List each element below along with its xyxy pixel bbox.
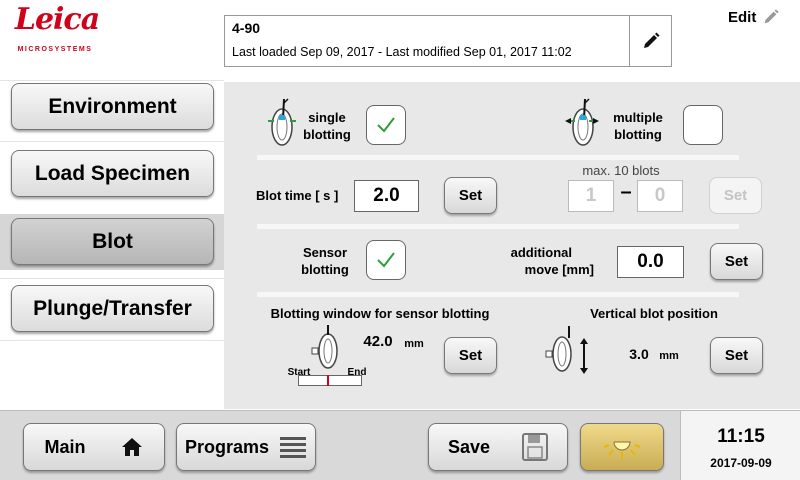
blotting-window-title: Blotting window for sensor blotting — [270, 306, 490, 321]
multiple-blotting-checkbox[interactable] — [683, 105, 723, 145]
nav-blot-button[interactable]: Blot — [11, 218, 214, 265]
nav-plunge-transfer-button[interactable]: Plunge/Transfer — [11, 285, 214, 332]
blotting-window-unit: mm — [404, 338, 424, 350]
section-divider — [257, 292, 739, 297]
vertical-blot-value: 3.0 — [629, 346, 649, 362]
save-button-label: Save — [447, 436, 491, 457]
clock-display: 11:15 2017-09-09 — [680, 410, 800, 480]
sensor-blotting-checkbox[interactable] — [366, 240, 406, 280]
leica-logo: Leica MICROSYSTEMS — [10, 2, 100, 56]
edit-button[interactable]: Edit — [728, 8, 780, 26]
single-blot-icon — [268, 98, 296, 146]
lamp-icon — [604, 441, 640, 459]
vertical-blot-icon — [545, 326, 588, 374]
blot-range-set-button[interactable]: Set — [709, 177, 762, 214]
sensor-blotting-label: Sensor blotting — [301, 245, 349, 277]
blotting-window-set-button[interactable]: Set — [444, 337, 497, 374]
programs-button-label: Programs — [184, 436, 270, 457]
blotting-window-value: 42.0 — [363, 333, 393, 350]
programs-button[interactable]: Programs — [176, 423, 316, 471]
home-icon — [121, 438, 142, 456]
clock-date: 2017-09-09 — [710, 456, 772, 470]
checkmark-icon — [377, 117, 395, 133]
program-name: 4-90 — [232, 20, 261, 36]
edit-label: Edit — [728, 8, 757, 26]
list-icon — [280, 437, 307, 458]
checkmark-icon — [377, 252, 395, 268]
blot-range-from-field[interactable]: 1 — [568, 180, 614, 212]
save-button[interactable]: Save — [428, 423, 568, 471]
blotting-window-marker — [327, 375, 329, 386]
logo-subtitle: MICROSYSTEMS — [17, 46, 93, 53]
logo-brand-text: Leica — [14, 2, 100, 37]
nav-load-specimen-button[interactable]: Load Specimen — [11, 150, 214, 197]
blot-time-label: Blot time [ s ] — [256, 188, 339, 203]
range-dash: – — [620, 181, 632, 203]
single-blotting-checkbox[interactable] — [366, 105, 406, 145]
pencil-icon — [643, 32, 659, 48]
nav-divider — [0, 80, 224, 81]
program-info-box: 4-90 Last loaded Sep 09, 2017 - Last mod… — [224, 15, 672, 67]
section-divider — [257, 155, 739, 160]
floppy-disk-icon — [522, 433, 549, 461]
nav-divider — [0, 278, 224, 279]
nav-divider — [0, 340, 224, 341]
vertical-blot-set-button[interactable]: Set — [710, 337, 763, 374]
max-blots-label: max. 10 blots — [582, 163, 660, 178]
light-toggle-button[interactable] — [580, 423, 664, 471]
blot-time-set-button[interactable]: Set — [444, 177, 497, 214]
main-button-label: Main — [44, 436, 86, 457]
blotting-window-scale — [298, 375, 362, 386]
clock-time: 11:15 — [717, 426, 765, 447]
nav-environment-button[interactable]: Environment — [11, 83, 214, 130]
vertical-blot-title: Vertical blot position — [590, 306, 718, 321]
nav-divider — [0, 141, 224, 142]
additional-move-field[interactable]: 0.0 — [617, 246, 684, 278]
additional-move-set-button[interactable]: Set — [710, 243, 763, 280]
section-divider — [257, 224, 739, 229]
blot-time-field[interactable]: 2.0 — [354, 180, 419, 212]
pencil-icon — [765, 9, 779, 24]
main-button[interactable]: Main — [23, 423, 165, 471]
edit-program-name-button[interactable] — [629, 16, 671, 66]
additional-move-label: additional move [mm] — [510, 245, 594, 277]
single-blotting-label: single blotting — [303, 110, 351, 142]
vertical-blot-unit: mm — [659, 350, 679, 362]
multiple-blotting-label: multiple blotting — [613, 110, 663, 142]
blot-range-to-field[interactable]: 0 — [637, 180, 683, 212]
program-load-info: Last loaded Sep 09, 2017 - Last modified… — [232, 45, 572, 59]
multiple-blot-icon — [565, 98, 599, 146]
